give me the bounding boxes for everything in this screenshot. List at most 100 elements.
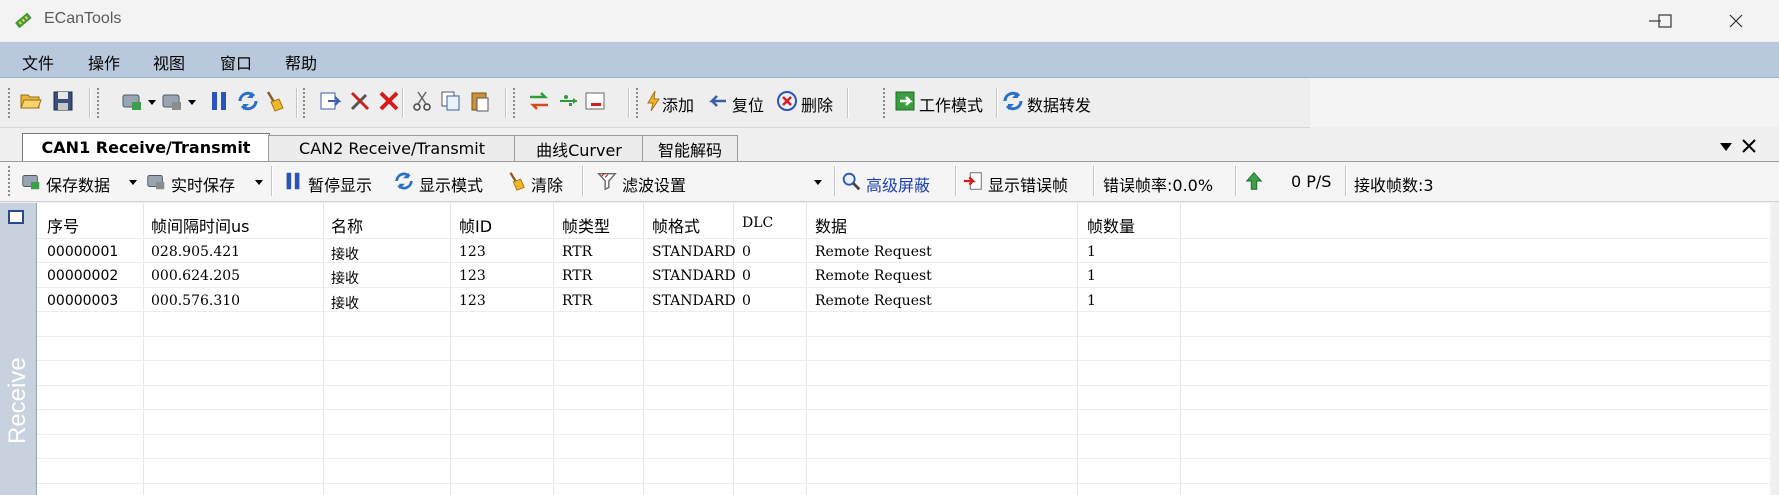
toolbar-separator: [505, 88, 507, 118]
column-header[interactable]: DLC: [742, 215, 773, 231]
toolbar-separator: [847, 88, 849, 118]
filter-icon[interactable]: [596, 170, 618, 192]
toolbar-grip[interactable]: [8, 88, 13, 118]
toolbar-grip[interactable]: [8, 166, 13, 196]
row-divider: [37, 385, 1779, 386]
show-error-frames-button[interactable]: 显示错误帧: [988, 172, 1068, 196]
data-forward-icon[interactable]: [1001, 89, 1025, 113]
realtime-save-button[interactable]: 实时保存: [171, 172, 235, 196]
clear-button[interactable]: 清除: [531, 172, 563, 196]
row-divider: [37, 238, 1779, 239]
reset-label[interactable]: 复位: [732, 92, 764, 116]
usb-icon[interactable]: [557, 89, 581, 113]
column-header[interactable]: 序号: [47, 213, 79, 237]
column-header[interactable]: 帧格式: [652, 213, 700, 237]
advanced-mask-button[interactable]: 高级屏蔽: [866, 172, 930, 196]
filter-settings-button[interactable]: 滤波设置: [622, 172, 686, 196]
send-icon[interactable]: [318, 89, 342, 113]
realtime-save-icon[interactable]: [145, 170, 167, 192]
received-count-text: 接收帧数:3: [1354, 176, 1434, 195]
receive-side-strip: [0, 203, 37, 495]
delete-icon[interactable]: [377, 89, 401, 113]
cell-dlc: 0: [742, 293, 751, 309]
menu-view[interactable]: 视图: [153, 50, 185, 74]
menu-help[interactable]: 帮助: [285, 50, 317, 74]
title-bar: ECanTools: [0, 0, 1779, 41]
column-header[interactable]: 名称: [331, 213, 363, 237]
column-header[interactable]: 数据: [815, 213, 847, 237]
delete-label[interactable]: 删除: [801, 92, 833, 116]
pause-icon[interactable]: [207, 89, 231, 113]
refresh-icon[interactable]: [236, 89, 260, 113]
chevron-down-icon[interactable]: [129, 180, 137, 185]
toolbar-grip[interactable]: [636, 88, 641, 118]
close-icon: [1729, 14, 1743, 27]
cell-name: 接收: [331, 247, 359, 263]
save-data-button[interactable]: 保存数据: [46, 172, 110, 196]
pause-display-icon[interactable]: [282, 170, 304, 192]
row-divider: [37, 262, 1779, 263]
column-header[interactable]: 帧间隔时间us: [151, 213, 249, 237]
toolbar-grip[interactable]: [513, 88, 518, 118]
delete-cycle-icon[interactable]: [775, 89, 799, 113]
tab-smart-decode[interactable]: 智能解码: [642, 135, 738, 161]
window-title: ECanTools: [44, 10, 122, 27]
tab-curver[interactable]: 曲线Curver: [514, 135, 644, 161]
maximize-icon: [1658, 13, 1672, 28]
menu-file[interactable]: 文件: [22, 50, 54, 74]
grid-right-edge: [1770, 203, 1779, 495]
tab-can1-receive-transmit[interactable]: CAN1 Receive/Transmit: [22, 133, 270, 161]
display-mode-button[interactable]: 显示模式: [419, 172, 483, 196]
column-header[interactable]: 帧ID: [459, 213, 492, 237]
chevron-down-icon[interactable]: [148, 100, 156, 105]
row-divider: [37, 311, 1779, 312]
frame-rate-text: 0 P/S: [1291, 172, 1332, 191]
toolbar-grip[interactable]: [303, 88, 308, 118]
open-folder-icon[interactable]: [19, 89, 43, 113]
chevron-down-icon[interactable]: [188, 100, 196, 105]
clear-broom-icon[interactable]: [505, 170, 527, 192]
tab-close-icon[interactable]: [1742, 139, 1756, 153]
save-icon[interactable]: [51, 89, 75, 113]
tab-label: 曲线Curver: [536, 140, 622, 160]
close-button[interactable]: [1701, 0, 1771, 41]
column-header[interactable]: 帧数量: [1087, 213, 1135, 237]
chevron-down-icon[interactable]: [255, 180, 263, 185]
show-error-frame-icon[interactable]: [962, 170, 984, 192]
broom-icon[interactable]: [262, 89, 286, 113]
window-icon[interactable]: [583, 89, 607, 113]
add-label[interactable]: 添加: [662, 92, 694, 116]
panel-icon[interactable]: [8, 210, 24, 224]
cell-data: Remote Request: [815, 293, 932, 309]
reset-icon[interactable]: [706, 89, 730, 113]
tab-can2-receive-transmit[interactable]: CAN2 Receive/Transmit: [268, 135, 516, 161]
menu-operate[interactable]: 操作: [88, 50, 120, 74]
advanced-mask-icon[interactable]: [840, 170, 862, 192]
cell-frame-format: STANDARD: [652, 244, 736, 260]
save-data-icon[interactable]: [20, 170, 42, 192]
work-mode-icon[interactable]: [893, 89, 917, 113]
tools-icon[interactable]: [348, 89, 372, 113]
work-mode-label[interactable]: 工作模式: [919, 92, 983, 116]
cut-icon[interactable]: [410, 89, 434, 113]
copy-icon[interactable]: [439, 89, 463, 113]
paste-icon[interactable]: [468, 89, 492, 113]
filter-dropdown[interactable]: [709, 166, 831, 196]
row-divider: [37, 409, 1779, 410]
pause-display-button[interactable]: 暂停显示: [308, 172, 372, 196]
column-divider: [643, 203, 644, 495]
toolbar-grip[interactable]: [883, 88, 888, 118]
swap-icon[interactable]: [527, 89, 551, 113]
menu-window[interactable]: 窗口: [220, 50, 252, 74]
column-header[interactable]: 帧类型: [562, 213, 610, 237]
chevron-down-icon[interactable]: [814, 180, 822, 185]
tab-list-dropdown-icon[interactable]: [1720, 143, 1732, 151]
device-connect-icon[interactable]: [120, 89, 144, 113]
maximize-button[interactable]: [1630, 0, 1700, 41]
display-mode-icon[interactable]: [393, 170, 415, 192]
device-close-icon[interactable]: [160, 89, 184, 113]
data-forward-label[interactable]: 数据转发: [1027, 92, 1091, 116]
toolbar-separator: [955, 166, 957, 196]
toolbar-separator: [402, 88, 404, 118]
toolbar-grip[interactable]: [97, 88, 102, 118]
